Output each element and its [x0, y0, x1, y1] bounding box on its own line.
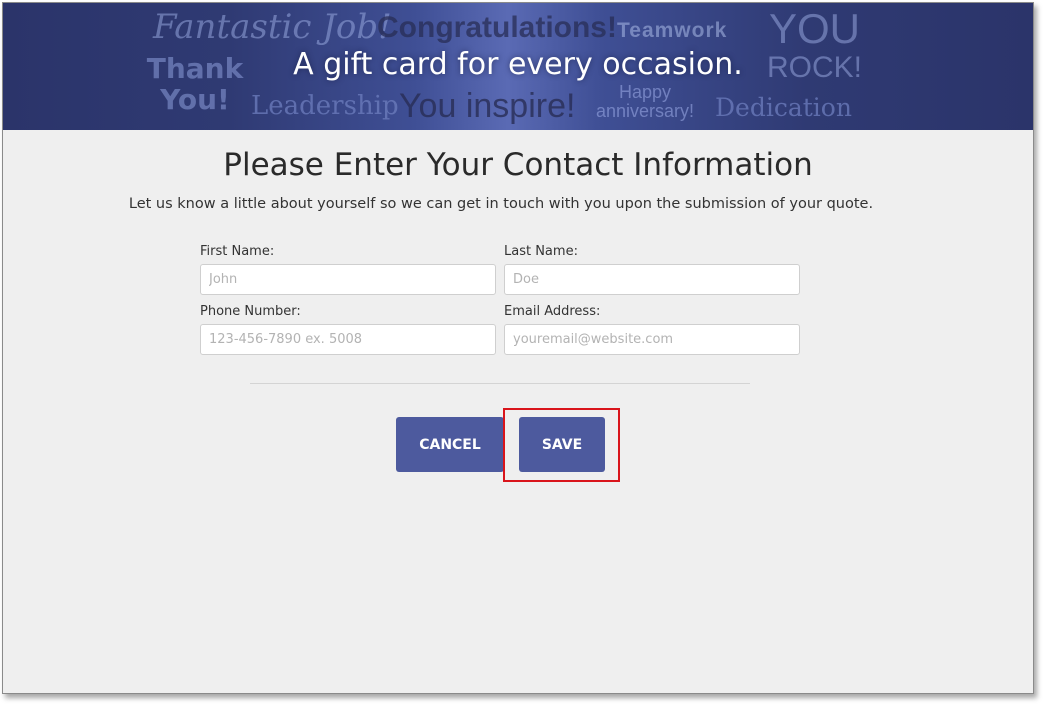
banner-word: Leadership: [251, 91, 399, 121]
first-name-input[interactable]: [200, 264, 496, 295]
phone-input[interactable]: [200, 324, 496, 355]
banner-word: YOU: [769, 5, 861, 52]
promo-banner: Fantastic Job! Congratulations! Teamwork…: [3, 3, 1033, 130]
banner-word: You inspire!: [399, 87, 576, 125]
cancel-button[interactable]: CANCEL: [396, 417, 504, 472]
first-name-label: First Name:: [200, 244, 275, 259]
app-window: Fantastic Job! Congratulations! Teamwork…: [2, 2, 1034, 694]
page-title: Please Enter Your Contact Information: [223, 147, 813, 183]
save-highlight-box: [503, 408, 620, 482]
banner-word: Dedication: [715, 93, 852, 122]
last-name-label: Last Name:: [504, 244, 578, 259]
phone-label: Phone Number:: [200, 304, 301, 319]
last-name-input[interactable]: [504, 264, 800, 295]
last-name-group: Last Name:: [504, 243, 800, 295]
banner-word: Teamwork: [617, 19, 728, 42]
email-label: Email Address:: [504, 304, 601, 319]
banner-word: Happy anniversary!: [595, 82, 695, 121]
email-input[interactable]: [504, 324, 800, 355]
phone-group: Phone Number:: [200, 303, 496, 355]
banner-word: Fantastic Job!: [153, 7, 392, 47]
email-group: Email Address:: [504, 303, 800, 355]
banner-word: Congratulations!: [377, 11, 617, 44]
page-subtitle: Let us know a little about yourself so w…: [128, 196, 874, 212]
form-divider: [250, 383, 750, 384]
banner-headline: A gift card for every occasion.: [293, 47, 743, 82]
first-name-group: First Name:: [200, 243, 496, 295]
